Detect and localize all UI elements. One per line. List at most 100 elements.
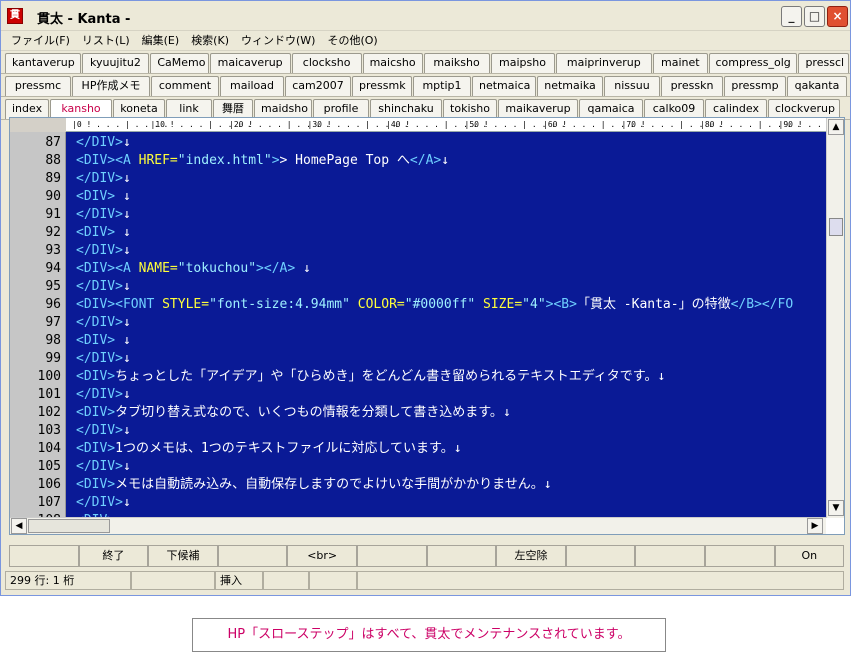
function-key-7[interactable] xyxy=(426,545,497,567)
code-area[interactable]: </DIV>↓ <DIV><A HREF="index.html">> HomeP… xyxy=(66,132,826,518)
tab-item[interactable]: cam2007 xyxy=(285,76,351,96)
code-line[interactable]: </DIV>↓ xyxy=(76,350,131,368)
function-key-1[interactable] xyxy=(9,545,79,567)
code-line[interactable]: <DIV><A HREF="index.html">> HomePage Top… xyxy=(76,152,449,170)
tab-item[interactable]: mainet xyxy=(653,53,708,73)
menu-file[interactable]: ファイル(F) xyxy=(5,32,76,50)
tab-item[interactable]: calko09 xyxy=(644,99,704,119)
tab-item[interactable]: kyuujitu2 xyxy=(81,53,150,73)
menu-list[interactable]: リスト(L) xyxy=(76,32,136,50)
code-line[interactable]: <DIV> ↓ xyxy=(76,332,131,350)
code-token: "tokuchou" xyxy=(177,261,257,276)
scroll-up-icon[interactable]: ▲ xyxy=(828,119,844,135)
code-line[interactable]: <DIV>タブ切り替え式なので、いくつもの情報を分類して書き込めます。↓ xyxy=(76,404,511,422)
tab-item[interactable]: link xyxy=(166,99,212,119)
code-line[interactable]: </DIV>↓ xyxy=(76,134,131,152)
horizontal-scrollbar[interactable]: ◀ ▶ xyxy=(10,517,826,534)
tab-item[interactable]: maiprinverup xyxy=(555,53,653,73)
tab-item[interactable]: koneta xyxy=(113,99,165,119)
tab-item[interactable]: pressmc xyxy=(5,76,71,96)
tab-item[interactable]: clockverup xyxy=(768,99,840,119)
code-line[interactable]: </DIV>↓ xyxy=(76,170,131,188)
tab-item[interactable]: pressmk xyxy=(352,76,412,96)
code-line[interactable]: <DIV>メモは自動読み込み、自動保存しますのでよけいな手間がかかりません。↓ xyxy=(76,476,552,494)
tab-item[interactable]: maiksho xyxy=(423,53,490,73)
function-key-2[interactable]: 終了 xyxy=(78,545,149,567)
function-key-12[interactable]: On xyxy=(774,545,845,567)
tab-item[interactable]: comment xyxy=(151,76,219,96)
function-key-3[interactable]: 下候補 xyxy=(148,545,218,567)
tab-item[interactable]: calindex xyxy=(705,99,767,119)
code-token: ↓ xyxy=(122,423,131,438)
horizontal-scroll-thumb[interactable] xyxy=(28,519,110,533)
function-key-9[interactable] xyxy=(565,545,636,567)
title-bar[interactable]: 貫 貫太 - Kanta - _ □ × xyxy=(1,1,850,31)
menu-search[interactable]: 検索(K) xyxy=(185,32,235,50)
tab-item[interactable]: CaMemo xyxy=(150,53,209,73)
scroll-down-icon[interactable]: ▼ xyxy=(828,500,844,516)
tab-item[interactable]: tokisho xyxy=(443,99,497,119)
code-line[interactable]: </DIV>↓ xyxy=(76,494,131,512)
function-key-8[interactable]: 左空除 xyxy=(496,545,566,567)
code-line[interactable]: <DIV> ↓ xyxy=(76,188,131,206)
tab-item[interactable]: pressmp xyxy=(724,76,786,96)
tab-item[interactable]: presskn xyxy=(661,76,723,96)
menu-other[interactable]: その他(O) xyxy=(321,32,383,50)
line-number: 92 xyxy=(45,225,61,240)
tab-item[interactable]: profile xyxy=(313,99,369,119)
function-key-5[interactable]: <br> xyxy=(287,545,357,567)
code-line[interactable]: <DIV> ↓ xyxy=(76,224,131,242)
tab-item[interactable]: kantaverup xyxy=(5,53,81,73)
scroll-right-icon[interactable]: ▶ xyxy=(807,518,823,534)
function-key-11[interactable] xyxy=(704,545,775,567)
close-button[interactable]: × xyxy=(827,6,848,27)
menu-edit[interactable]: 編集(E) xyxy=(136,32,186,50)
tab-item[interactable]: netmaika xyxy=(537,76,603,96)
minimize-button[interactable]: _ xyxy=(781,6,802,27)
code-line[interactable]: <DIV><FONT STYLE="font-size:4.94mm" COLO… xyxy=(76,296,793,314)
tab-item[interactable]: presscl xyxy=(798,53,849,73)
tab-item[interactable]: maicaverup xyxy=(209,53,291,73)
code-token: COLOR= xyxy=(349,297,405,312)
tab-item[interactable]: nissuu xyxy=(604,76,660,96)
tab-item[interactable]: maicsho xyxy=(362,53,423,73)
menu-window[interactable]: ウィンドウ(W) xyxy=(235,32,321,50)
tab-item[interactable]: index xyxy=(5,99,49,119)
function-key-4[interactable] xyxy=(217,545,288,567)
tab-item[interactable]: netmaica xyxy=(472,76,536,96)
tab-item[interactable]: qakanta xyxy=(787,76,847,96)
tab-item[interactable]: clocksho xyxy=(291,53,362,73)
tab-item[interactable]: maipsho xyxy=(490,53,555,73)
tab-item[interactable]: qamaica xyxy=(579,99,643,119)
maximize-button[interactable]: □ xyxy=(804,6,825,27)
tab-item[interactable]: compress_olg xyxy=(708,53,798,73)
tab-item[interactable]: maiload xyxy=(220,76,284,96)
tab-item[interactable]: HP作成メモ xyxy=(72,76,150,96)
code-line[interactable]: <DIV>1つのメモは、1つのテキストファイルに対応しています。↓ xyxy=(76,440,462,458)
vertical-scrollbar[interactable]: ▲ ▼ xyxy=(826,118,844,518)
function-key-10[interactable] xyxy=(635,545,705,567)
tab-item[interactable]: mptip1 xyxy=(413,76,471,96)
code-line[interactable]: </DIV>↓ xyxy=(76,206,131,224)
code-line[interactable]: </DIV>↓ xyxy=(76,242,131,260)
code-line[interactable]: </DIV>↓ xyxy=(76,278,131,296)
code-line[interactable]: </DIV>↓ xyxy=(76,314,131,332)
tab-item[interactable]: kansho xyxy=(50,99,112,119)
code-line[interactable]: <DIV><A NAME="tokuchou"></A> ↓ xyxy=(76,260,311,278)
tab-item[interactable]: 舞暦 xyxy=(213,99,253,119)
function-key-6[interactable] xyxy=(356,545,427,567)
tab-item[interactable]: maidsho xyxy=(254,99,312,119)
code-token: ↓ xyxy=(543,477,552,492)
code-token: ↓ xyxy=(122,243,131,258)
tab-item[interactable]: maikaverup xyxy=(498,99,578,119)
code-line[interactable]: </DIV>↓ xyxy=(76,458,131,476)
code-token: </DIV> xyxy=(76,207,123,222)
tab-item[interactable]: shinchaku xyxy=(370,99,442,119)
code-line[interactable]: </DIV>↓ xyxy=(76,386,131,404)
vertical-scroll-thumb[interactable] xyxy=(829,218,843,236)
code-line[interactable]: <DIV>ちょっとした「アイデア」や「ひらめき」をどんどん書き留められるテキスト… xyxy=(76,368,665,386)
code-token: ↓ xyxy=(453,441,462,456)
text-editor[interactable]: |0 ! . . . | . . . . |10 ! . . . | . . . … xyxy=(9,117,845,535)
scroll-left-icon[interactable]: ◀ xyxy=(11,518,27,534)
code-line[interactable]: </DIV>↓ xyxy=(76,422,131,440)
